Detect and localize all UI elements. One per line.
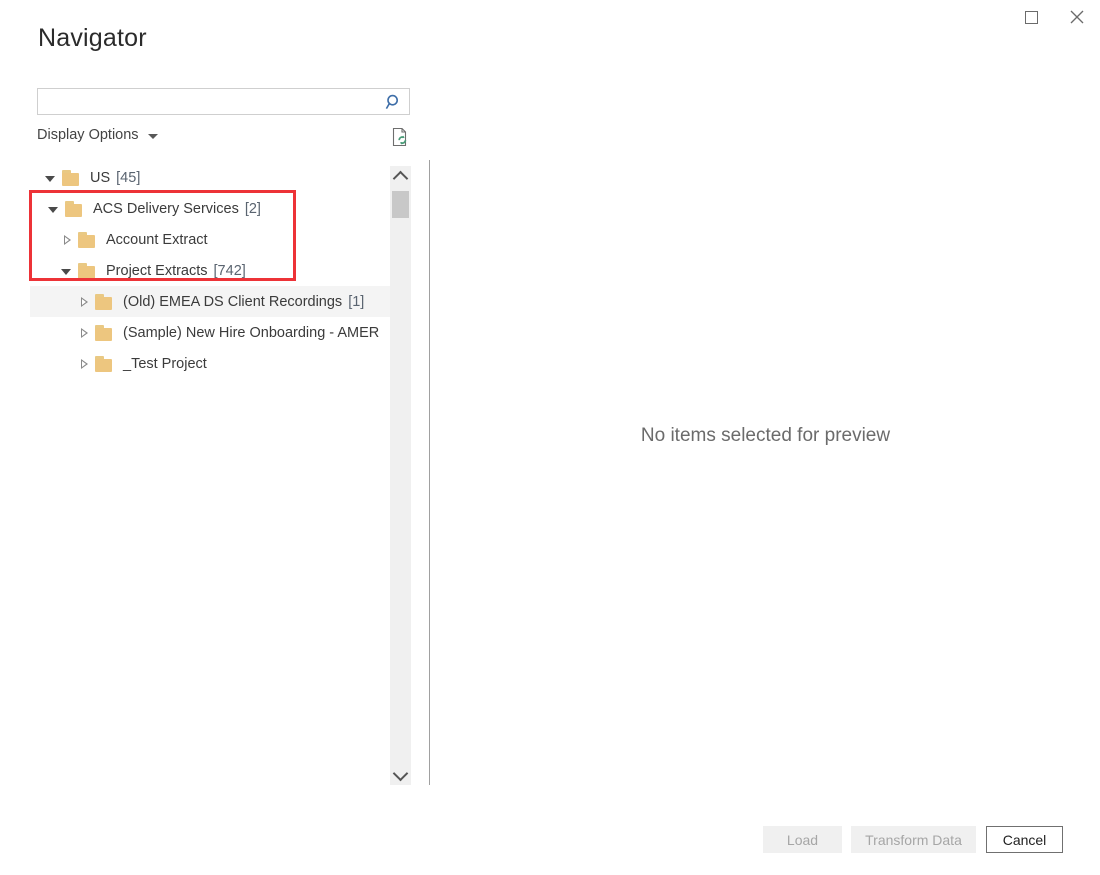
folder-icon xyxy=(94,355,114,372)
folder-icon-body xyxy=(65,203,82,217)
folder-icon-body xyxy=(95,327,112,341)
triangle-right-icon xyxy=(80,296,88,307)
triangle-down-icon xyxy=(48,206,58,213)
navigator-tree[interactable]: US [45] ACS Delivery Services [2] Account Ex… xyxy=(30,162,390,785)
triangle-right-icon xyxy=(63,234,71,245)
tree-item-count: [1] xyxy=(348,293,365,310)
chevron-down-icon xyxy=(392,765,409,781)
search-input[interactable] xyxy=(38,89,379,114)
cancel-button[interactable]: Cancel xyxy=(986,826,1063,853)
tree-item-label: Account Extract xyxy=(106,231,208,248)
tree-item[interactable]: Project Extracts [742] xyxy=(30,255,390,286)
load-button[interactable]: Load xyxy=(763,826,842,853)
triangle-right-icon xyxy=(80,358,88,369)
tree-item-label: _Test Project xyxy=(123,355,207,372)
tree-expand-collapse-open-icon[interactable] xyxy=(57,255,77,286)
folder-icon-body xyxy=(95,358,112,372)
folder-icon xyxy=(77,262,97,279)
folder-icon xyxy=(77,231,97,248)
tree-item-label: Project Extracts xyxy=(106,262,208,279)
tree-expand-collapse-open-icon[interactable] xyxy=(44,193,64,224)
maximize-icon xyxy=(1024,10,1038,24)
folder-icon-body xyxy=(95,296,112,310)
search-box[interactable] xyxy=(37,88,410,115)
folder-icon xyxy=(94,324,114,341)
tree-item[interactable]: _Test Project xyxy=(30,348,390,379)
tree-item-label: US xyxy=(90,169,111,186)
page-title: Navigator xyxy=(38,24,147,52)
folder-icon xyxy=(94,293,114,310)
display-options-dropdown[interactable]: Display Options xyxy=(37,127,158,143)
close-icon xyxy=(1070,10,1084,24)
tree-item[interactable]: (Old) EMEA DS Client Recordings [1] xyxy=(30,286,390,317)
preview-empty-message: No items selected for preview xyxy=(640,425,891,446)
tree-expand-collapse-closed-icon[interactable] xyxy=(74,317,94,348)
tree-item[interactable]: ACS Delivery Services [2] xyxy=(30,193,390,224)
tree-item-label: (Sample) New Hire Onboarding - AMER xyxy=(123,324,380,341)
tree-expand-collapse-closed-icon[interactable] xyxy=(74,286,94,317)
panel-divider xyxy=(429,160,430,785)
search-icon[interactable] xyxy=(379,89,409,114)
folder-icon-body xyxy=(78,265,95,279)
window-controls xyxy=(1008,0,1100,34)
tree-item-count: [2] xyxy=(244,200,261,217)
triangle-down-icon xyxy=(45,175,55,182)
folder-icon xyxy=(64,200,84,217)
scrollbar-up-button[interactable] xyxy=(390,166,411,187)
triangle-right-icon xyxy=(80,327,88,338)
tree-scrollbar[interactable] xyxy=(390,166,411,785)
tree-item[interactable]: US [45] xyxy=(30,162,390,193)
transform-data-button[interactable]: Transform Data xyxy=(851,826,976,853)
tree-expand-collapse-closed-icon[interactable] xyxy=(57,224,77,255)
chevron-down-icon xyxy=(147,133,158,139)
preview-pane: No items selected for preview xyxy=(431,162,1100,785)
display-options-label: Display Options xyxy=(37,127,139,143)
chevron-up-icon xyxy=(392,170,409,186)
tree-item[interactable]: Account Extract xyxy=(30,224,390,255)
tree-item-count: [742] xyxy=(213,262,246,279)
maximize-button[interactable] xyxy=(1008,0,1054,34)
scrollbar-thumb[interactable] xyxy=(392,191,409,218)
folder-icon-body xyxy=(62,172,79,186)
tree-expand-collapse-open-icon[interactable] xyxy=(41,162,61,193)
folder-icon xyxy=(61,169,81,186)
close-button[interactable] xyxy=(1054,0,1100,34)
refresh-preview-button[interactable] xyxy=(389,126,411,148)
tree-item-label: ACS Delivery Services xyxy=(93,200,239,217)
folder-icon-body xyxy=(78,234,95,248)
triangle-down-icon xyxy=(61,268,71,275)
tree-item-label: (Old) EMEA DS Client Recordings xyxy=(123,293,343,310)
tree-expand-collapse-closed-icon[interactable] xyxy=(74,348,94,379)
scrollbar-down-button[interactable] xyxy=(390,764,411,785)
tree-item-count: [45] xyxy=(116,169,141,186)
dialog-footer: Load Transform Data Cancel xyxy=(0,824,1100,875)
refresh-document-icon xyxy=(392,127,407,147)
tree-item[interactable]: (Sample) New Hire Onboarding - AMER xyxy=(30,317,390,348)
